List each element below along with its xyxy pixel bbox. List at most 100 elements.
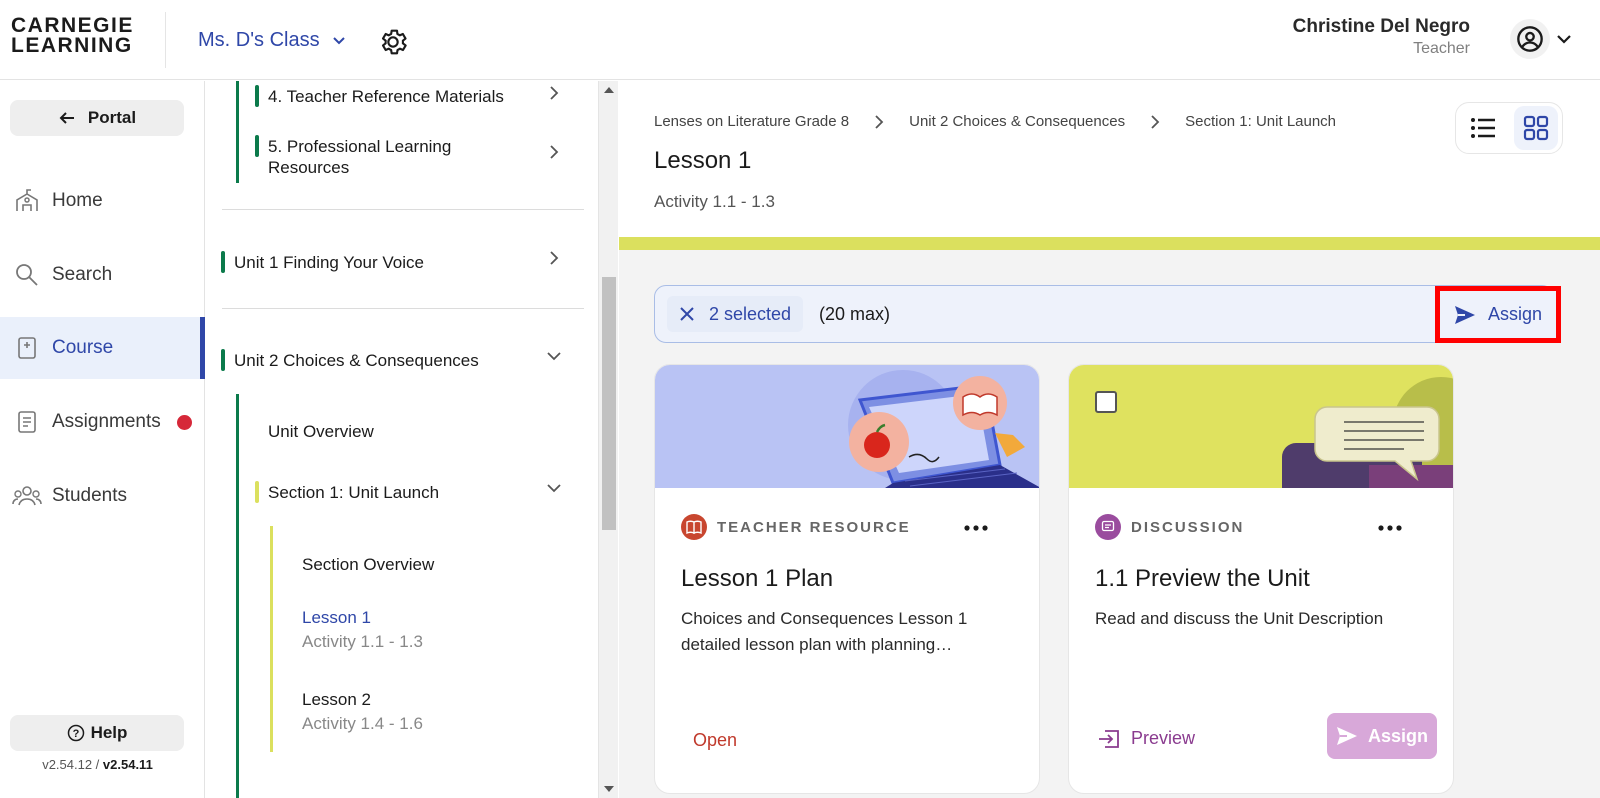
nav-item-course[interactable]: Course	[0, 317, 205, 379]
selection-bar: 2 selected (20 max) Assign	[654, 285, 1561, 343]
tree-item-section-overview[interactable]: Section Overview	[302, 555, 434, 575]
preview-label: Preview	[1131, 728, 1196, 748]
list-icon	[1470, 118, 1495, 138]
preview-button[interactable]: Preview	[1097, 728, 1195, 749]
arrow-left-icon	[59, 112, 74, 124]
select-checkbox[interactable]	[1095, 391, 1117, 413]
page-subtitle: Activity 1.1 - 1.3	[654, 192, 775, 211]
gear-icon	[381, 29, 407, 55]
tree-line-top	[236, 81, 239, 183]
version-latest: v2.54.11	[102, 757, 153, 772]
send-icon	[1336, 727, 1357, 745]
chevron-right-icon	[1149, 114, 1161, 129]
unit-marker	[221, 349, 225, 371]
scroll-down-arrow[interactable]	[604, 786, 614, 792]
card-description: Choices and Consequences Lesson 1 detail…	[681, 609, 968, 654]
user-name: Christine Del Negro	[1292, 16, 1470, 37]
chevron-down-icon	[332, 36, 345, 44]
portal-label: Portal	[87, 108, 137, 127]
nav-item-assignments[interactable]: Assignments	[0, 391, 205, 453]
version-current: v2.54.12	[42, 757, 93, 772]
tree-item-lesson-2[interactable]: Lesson 2 Activity 1.4 - 1.6	[302, 690, 423, 734]
course-book-icon	[12, 333, 42, 363]
assign-label: Assign	[1487, 304, 1543, 324]
lesson-1-subtitle: Activity 1.1 - 1.3	[302, 632, 423, 651]
class-name: Ms. D's Class	[198, 29, 320, 51]
svg-text:?: ?	[72, 728, 79, 740]
tree-item-professional-learning[interactable]: 5. Professional Learning Resources	[268, 136, 528, 178]
card-type-label: DISCUSSION	[1095, 514, 1244, 540]
card-type-text: TEACHER RESOURCE	[717, 518, 911, 536]
tree-marker	[255, 85, 259, 107]
preview-icon	[1099, 729, 1119, 748]
more-options-button[interactable]	[1375, 515, 1405, 541]
nav-item-home[interactable]: Home	[0, 170, 205, 232]
selection-max: (20 max)	[819, 304, 891, 324]
settings-gear-button[interactable]	[373, 22, 413, 62]
nav-item-students[interactable]: Students	[0, 465, 205, 527]
card-type-label: TEACHER RESOURCE	[681, 514, 911, 540]
scroll-thumb[interactable]	[602, 277, 616, 530]
user-role: Teacher	[1413, 40, 1470, 57]
tree-divider	[222, 308, 584, 309]
lesson-2-subtitle: Activity 1.4 - 1.6	[302, 714, 423, 733]
card-title[interactable]: Lesson 1 Plan	[681, 565, 833, 593]
tree-item-teacher-reference[interactable]: 4. Teacher Reference Materials	[268, 87, 504, 107]
breadcrumb-unit[interactable]: Unit 2 Choices & Consequences	[909, 113, 1125, 130]
students-icon	[12, 481, 42, 511]
account-circle-icon	[1517, 26, 1543, 52]
version-separator: /	[92, 757, 103, 772]
resource-card[interactable]: TEACHER RESOURCE Lesson 1 Plan Choices a…	[654, 364, 1040, 794]
class-selector[interactable]: Ms. D's Class	[198, 29, 346, 52]
clear-selection-button[interactable]: 2 selected	[667, 296, 804, 332]
book-open-icon	[681, 514, 707, 540]
chat-bubble-icon	[1095, 514, 1121, 540]
close-icon	[680, 307, 694, 321]
chevron-right-icon[interactable]	[546, 250, 562, 266]
assign-selected-button[interactable]: Assign	[1435, 286, 1561, 343]
chevron-down-icon[interactable]	[546, 348, 562, 364]
resource-card[interactable]: DISCUSSION 1.1 Preview the Unit Read and…	[1068, 364, 1454, 794]
scroll-up-arrow[interactable]	[604, 87, 614, 93]
open-button[interactable]: Open	[693, 730, 737, 751]
carnegie-learning-logo[interactable]: CARNEGIE LEARNING	[11, 14, 141, 56]
assign-label: Assign	[1367, 725, 1428, 746]
breadcrumb-section[interactable]: Section 1: Unit Launch	[1185, 113, 1336, 130]
tree-item-unit-1[interactable]: Unit 1 Finding Your Voice	[234, 253, 424, 273]
more-options-button[interactable]	[961, 515, 991, 541]
portal-button[interactable]: Portal	[10, 100, 184, 136]
account-menu-button[interactable]	[1510, 19, 1572, 59]
avatar	[1510, 19, 1550, 59]
assignments-icon	[12, 407, 42, 437]
tree-item-lesson-1[interactable]: Lesson 1 Activity 1.1 - 1.3	[302, 608, 423, 652]
nav-item-search[interactable]: Search	[0, 244, 205, 306]
card-illustration-discussion	[1069, 365, 1453, 488]
tree-divider	[222, 209, 584, 210]
help-button[interactable]: ? Help	[10, 715, 184, 751]
chevron-right-icon[interactable]	[546, 85, 562, 101]
logo-line-1: CARNEGIE	[11, 14, 134, 37]
grid-view-button[interactable]	[1513, 106, 1558, 150]
chevron-right-icon	[873, 114, 885, 129]
card-type-text: DISCUSSION	[1131, 518, 1245, 536]
help-label: Help	[90, 723, 128, 742]
assign-button[interactable]: Assign	[1327, 713, 1437, 759]
search-icon	[12, 260, 42, 290]
lesson-header: Lenses on Literature Grade 8 Unit 2 Choi…	[619, 81, 1600, 237]
card-title[interactable]: 1.1 Preview the Unit	[1095, 565, 1310, 593]
breadcrumb-grade[interactable]: Lenses on Literature Grade 8	[654, 113, 849, 130]
header-divider	[165, 12, 166, 68]
school-icon	[12, 186, 42, 216]
nav-label-course: Course	[52, 337, 114, 358]
chevron-down-icon[interactable]	[546, 480, 562, 496]
send-icon	[1454, 305, 1475, 324]
tree-item-section-1[interactable]: Section 1: Unit Launch	[268, 483, 439, 503]
chevron-right-icon[interactable]	[546, 144, 562, 160]
tree-scrollbar[interactable]	[598, 81, 618, 798]
nav-label-home: Home	[52, 190, 103, 211]
tree-item-unit-overview[interactable]: Unit Overview	[268, 422, 374, 442]
tree-item-unit-2[interactable]: Unit 2 Choices & Consequences	[234, 351, 479, 371]
view-toggle	[1455, 102, 1563, 154]
list-view-button[interactable]	[1461, 106, 1505, 150]
card-illustration-laptop	[655, 365, 1039, 488]
